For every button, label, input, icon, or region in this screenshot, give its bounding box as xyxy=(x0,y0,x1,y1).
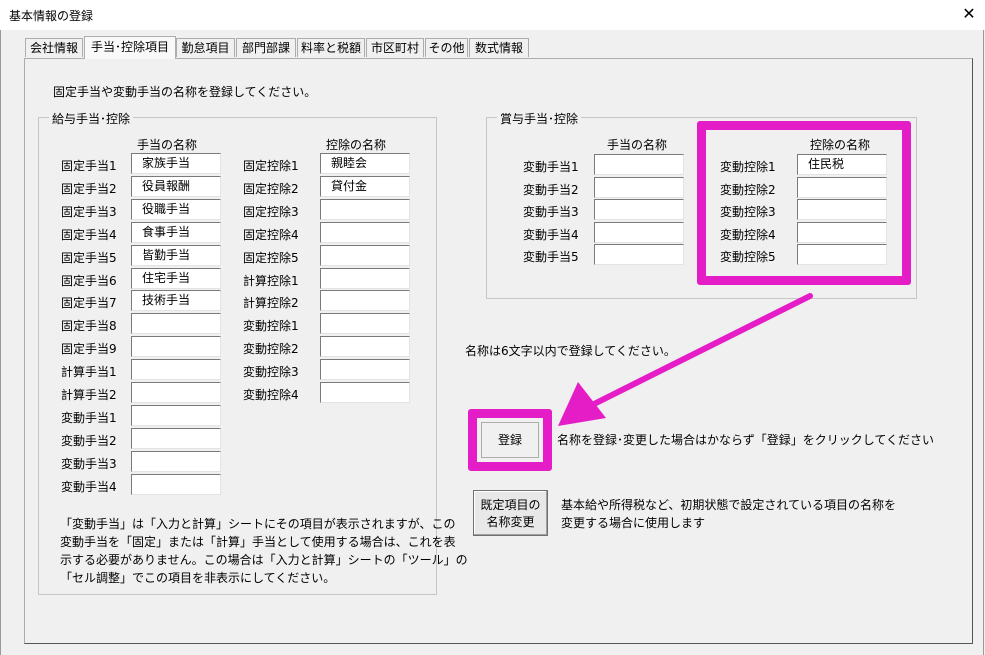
salary-allowance-name-input[interactable] xyxy=(131,404,221,426)
salary-allowance-name-input[interactable]: 役員報酬 xyxy=(131,175,221,197)
tab-allowance-deduction[interactable]: 手当･控除項目 xyxy=(84,36,176,59)
highlight-arrow-icon xyxy=(558,293,813,426)
salary-allowance-name-input[interactable]: 住宅手当 xyxy=(131,267,221,289)
window-border-right xyxy=(983,30,984,655)
salary-deduction-label: 固定控除3 xyxy=(243,204,299,219)
salary-allowance-label: 固定手当4 xyxy=(61,227,117,242)
bonus-allowance-name-input[interactable] xyxy=(594,221,684,243)
rename-button-line2: 名称変更 xyxy=(486,515,535,529)
note-line: 「セル調整」でこの項目を非表示にしてください。 xyxy=(60,571,336,585)
salary-deduction-label: 計算控除2 xyxy=(243,296,299,311)
note-line: 示する必要がありません。この場合は「入力と計算」シートの「ツール」の xyxy=(60,553,468,567)
salary-deduction-label: 計算控除1 xyxy=(243,273,299,288)
tab-company-info[interactable]: 会社情報 xyxy=(25,38,83,57)
note-line: 基本給や所得税など、初期状態で設定されている項目の名称を xyxy=(561,498,897,512)
salary-allowance-header: 手当の名称 xyxy=(137,138,198,152)
register-note: 名称を登録･変更した場合はかならず「登録」をクリックしてください xyxy=(557,433,935,447)
salary-deduction-name-input[interactable] xyxy=(320,313,410,335)
salary-deduction-name-input[interactable] xyxy=(320,382,410,403)
window-border-left xyxy=(0,30,1,655)
bonus-allowance-label: 変動手当4 xyxy=(523,227,579,242)
salary-allowance-label: 変動手当1 xyxy=(61,410,117,425)
salary-allowance-name-input[interactable]: 技術手当 xyxy=(131,290,221,312)
bonus-allowance-name-input[interactable] xyxy=(594,199,684,220)
note-line: 変動手当を「固定」または「計算」手当として使用する場合は、これを表 xyxy=(60,535,456,549)
salary-deduction-name-input[interactable] xyxy=(320,359,410,381)
bonus-allowance-label: 変動手当2 xyxy=(523,182,579,197)
tab-rates-taxes[interactable]: 料率と税額 xyxy=(297,38,365,57)
salary-allowance-label: 固定手当1 xyxy=(61,159,117,173)
bonus-allowance-label: 変動手当3 xyxy=(523,205,579,219)
bonus-allowance-name-input[interactable] xyxy=(594,154,684,175)
bonus-allowance-name-input[interactable] xyxy=(594,244,684,265)
note-line: 変更する場合に使用します xyxy=(561,516,706,530)
tab-departments[interactable]: 部門部課 xyxy=(236,38,296,57)
salary-allowance-label: 固定手当8 xyxy=(61,319,117,334)
salary-allowance-name-input[interactable]: 皆勤手当 xyxy=(131,244,221,266)
salary-allowance-label: 固定手当6 xyxy=(61,273,117,288)
bonus-group-label: 賞与手当･控除 xyxy=(497,110,582,127)
bonus-allowance-label: 変動手当5 xyxy=(523,250,579,264)
salary-deduction-label: 変動控除3 xyxy=(243,365,299,380)
salary-allowance-label: 固定手当3 xyxy=(61,204,117,219)
salary-allowance-name-input[interactable] xyxy=(131,313,221,335)
instruction-text: 固定手当や変動手当の名称を登録してください。 xyxy=(53,85,317,99)
salary-allowance-label: 計算手当2 xyxy=(61,388,117,402)
salary-allowance-name-input[interactable]: 食事手当 xyxy=(131,221,221,243)
bonus-allowance-header: 手当の名称 xyxy=(607,138,668,152)
salary-allowance-name-input[interactable] xyxy=(131,473,221,495)
register-button[interactable]: 登録 xyxy=(481,422,539,458)
salary-deduction-name-input[interactable] xyxy=(320,336,410,358)
salary-allowance-name-input[interactable] xyxy=(131,382,221,403)
rename-button-line1: 既定項目の xyxy=(480,498,541,512)
tab-other[interactable]: その他 xyxy=(425,38,468,57)
salary-deduction-name-input[interactable] xyxy=(320,267,410,289)
bonus-allowance-label: 変動手当1 xyxy=(523,160,579,174)
close-icon[interactable]: ✕ xyxy=(957,2,981,26)
salary-deduction-name-input[interactable] xyxy=(320,221,410,243)
salary-allowance-label: 変動手当3 xyxy=(61,456,117,471)
salary-allowance-label: 固定手当9 xyxy=(61,342,117,357)
salary-allowance-label: 変動手当2 xyxy=(61,433,117,448)
salary-allowance-label: 固定手当7 xyxy=(61,296,117,311)
salary-deduction-label: 固定控除1 xyxy=(243,159,299,173)
salary-allowance-name-input[interactable]: 家族手当 xyxy=(131,153,221,174)
rename-default-note: 基本給や所得税など、初期状態で設定されている項目の名称を 変更する場合に使用しま… xyxy=(561,496,896,532)
salary-deduction-label: 変動控除4 xyxy=(243,388,299,402)
salary-allowance-name-input[interactable] xyxy=(131,427,221,449)
salary-deduction-name-input[interactable] xyxy=(320,198,410,220)
salary-allowance-label: 計算手当1 xyxy=(61,365,117,380)
salary-allowance-label: 固定手当5 xyxy=(61,250,117,265)
salary-deduction-label: 固定控除4 xyxy=(243,227,299,242)
salary-deduction-name-input[interactable] xyxy=(320,244,410,266)
tab-attendance[interactable]: 勤怠項目 xyxy=(176,38,235,57)
title-bar xyxy=(0,0,985,30)
salary-allowance-name-input[interactable] xyxy=(131,359,221,381)
salary-allowance-name-input[interactable] xyxy=(131,336,221,358)
salary-deduction-label: 変動控除1 xyxy=(243,319,299,334)
name-length-note: 名称は6文字以内で登録してください。 xyxy=(465,344,676,358)
salary-deduction-label: 固定控除5 xyxy=(243,250,299,265)
salary-allowance-name-input[interactable]: 役職手当 xyxy=(131,198,221,220)
highlight-box-bonus-deductions xyxy=(697,121,911,285)
window-title: 基本情報の登録 xyxy=(9,9,94,23)
salary-deduction-name-input[interactable]: 貸付金 xyxy=(320,175,410,197)
salary-deduction-header: 控除の名称 xyxy=(326,138,387,152)
salary-allowance-label: 固定手当2 xyxy=(61,181,117,196)
tab-municipalities[interactable]: 市区町村 xyxy=(366,38,424,57)
salary-deduction-name-input[interactable] xyxy=(320,290,410,312)
salary-allowance-label: 変動手当4 xyxy=(61,479,117,494)
salary-deduction-label: 固定控除2 xyxy=(243,181,299,196)
salary-deduction-name-input[interactable]: 親睦会 xyxy=(320,153,410,174)
salary-deduction-label: 変動控除2 xyxy=(243,342,299,357)
note-line: 「変動手当」は「入力と計算」シートにその項目が表示されますが、この xyxy=(60,517,456,531)
tab-formula-info[interactable]: 数式情報 xyxy=(469,38,529,57)
rename-default-items-button[interactable]: 既定項目の 名称変更 xyxy=(473,490,548,536)
salary-group-label: 給与手当･控除 xyxy=(49,110,134,127)
salary-allowance-name-input[interactable] xyxy=(131,450,221,472)
variable-allowance-note: 「変動手当」は「入力と計算」シートにその項目が表示されますが、この 変動手当を「… xyxy=(60,515,468,587)
bonus-allowance-name-input[interactable] xyxy=(594,176,684,198)
